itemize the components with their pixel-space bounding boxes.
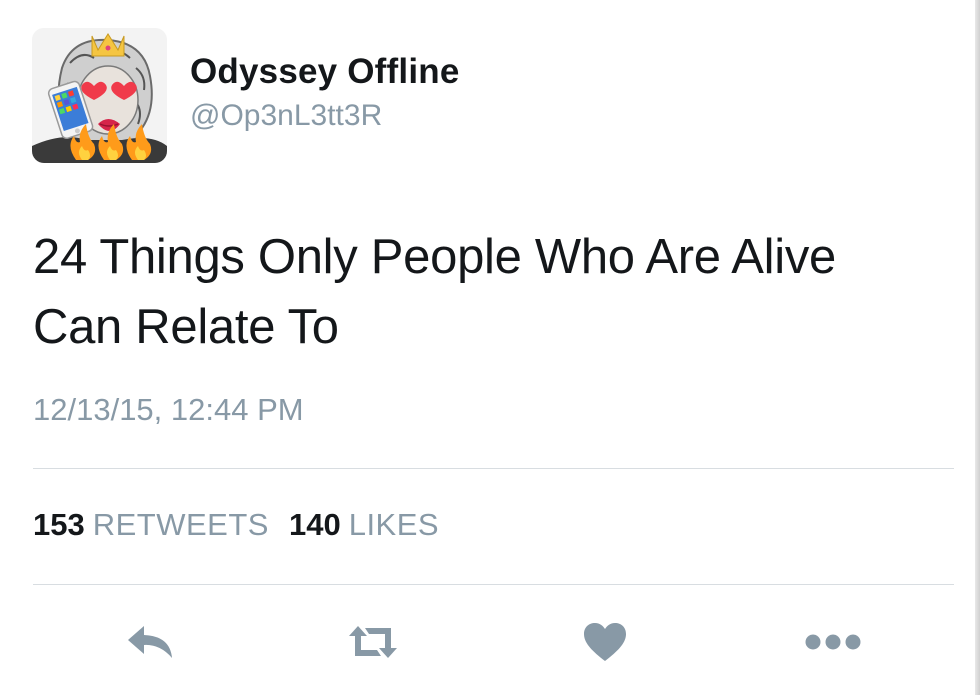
likes-label: LIKES — [348, 507, 440, 542]
more-dots-icon — [805, 634, 861, 650]
tweet-timestamp[interactable]: 12/13/15, 12:44 PM — [33, 392, 304, 428]
tweet-actions — [0, 612, 975, 672]
display-name[interactable]: Odyssey Offline — [190, 52, 459, 92]
retweet-icon — [349, 626, 397, 658]
avatar[interactable] — [32, 28, 167, 163]
divider — [33, 468, 954, 469]
likes-count: 140 — [288, 507, 341, 542]
likes-stat[interactable]: 140 LIKES — [289, 507, 439, 543]
tweet-stats: 153 RETWEETS 140 LIKES — [33, 507, 459, 543]
tweet-card: Odyssey Offline @Op3nL3tt3R 24 Things On… — [0, 0, 975, 695]
divider — [33, 584, 954, 585]
like-button[interactable] — [575, 612, 635, 672]
retweet-button[interactable] — [343, 612, 403, 672]
retweets-label: RETWEETS — [92, 507, 269, 542]
reply-icon — [128, 626, 172, 658]
reply-button[interactable] — [120, 612, 180, 672]
more-button[interactable] — [803, 612, 863, 672]
statue-avatar-icon — [32, 28, 167, 163]
retweets-count: 153 — [33, 507, 85, 542]
tweet-text: 24 Things Only People Who Are Alive Can … — [33, 230, 837, 354]
user-handle[interactable]: @Op3nL3tt3R — [190, 99, 382, 133]
window-edge — [975, 0, 980, 695]
heart-icon — [584, 623, 626, 661]
retweets-stat[interactable]: 153 RETWEETS — [33, 507, 269, 543]
